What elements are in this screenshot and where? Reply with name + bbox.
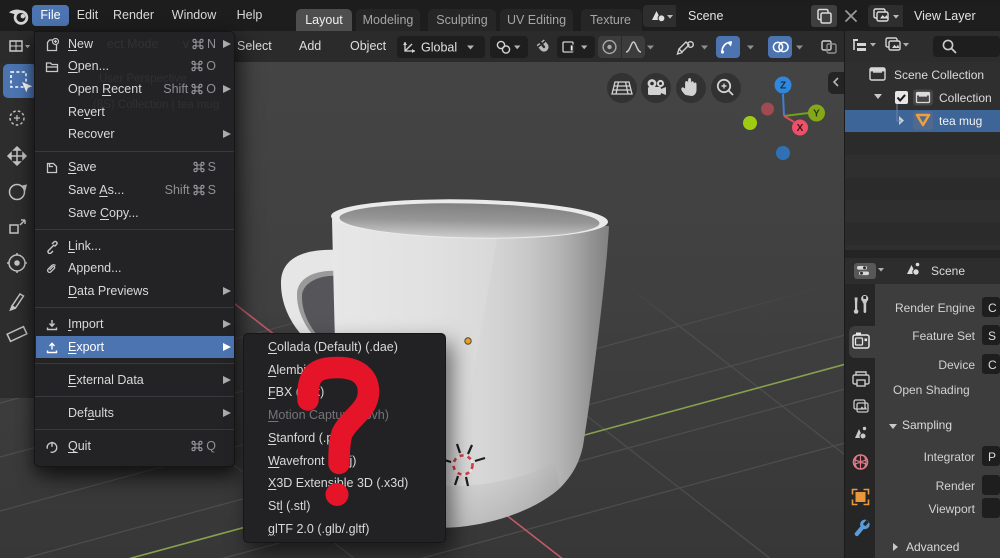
- svg-text:Render: Render: [936, 479, 975, 493]
- svg-text:X: X: [797, 123, 804, 134]
- svg-text:tea mug: tea mug: [939, 114, 982, 128]
- svg-text:Global: Global: [421, 41, 457, 55]
- svg-text:Scene Collection: Scene Collection: [894, 68, 984, 82]
- svg-text:Z: Z: [780, 81, 786, 92]
- svg-text:C: C: [988, 301, 997, 315]
- svg-text:Feature Set: Feature Set: [912, 329, 975, 343]
- svg-text:Scene: Scene: [931, 264, 965, 278]
- svg-text:Device: Device: [938, 358, 975, 372]
- svg-text:Viewport: Viewport: [929, 502, 976, 516]
- svg-text:Sampling: Sampling: [902, 418, 952, 432]
- svg-text:P: P: [988, 450, 996, 464]
- svg-text:Y: Y: [813, 109, 820, 120]
- svg-text:Integrator: Integrator: [924, 450, 975, 464]
- svg-text:S: S: [988, 329, 996, 343]
- svg-text:Advanced: Advanced: [906, 540, 959, 554]
- svg-text:Render Engine: Render Engine: [895, 301, 975, 315]
- svg-text:C: C: [988, 358, 997, 372]
- svg-text:Collection: Collection: [939, 91, 992, 105]
- svg-text:Open Shading: Open Shading: [893, 383, 970, 397]
